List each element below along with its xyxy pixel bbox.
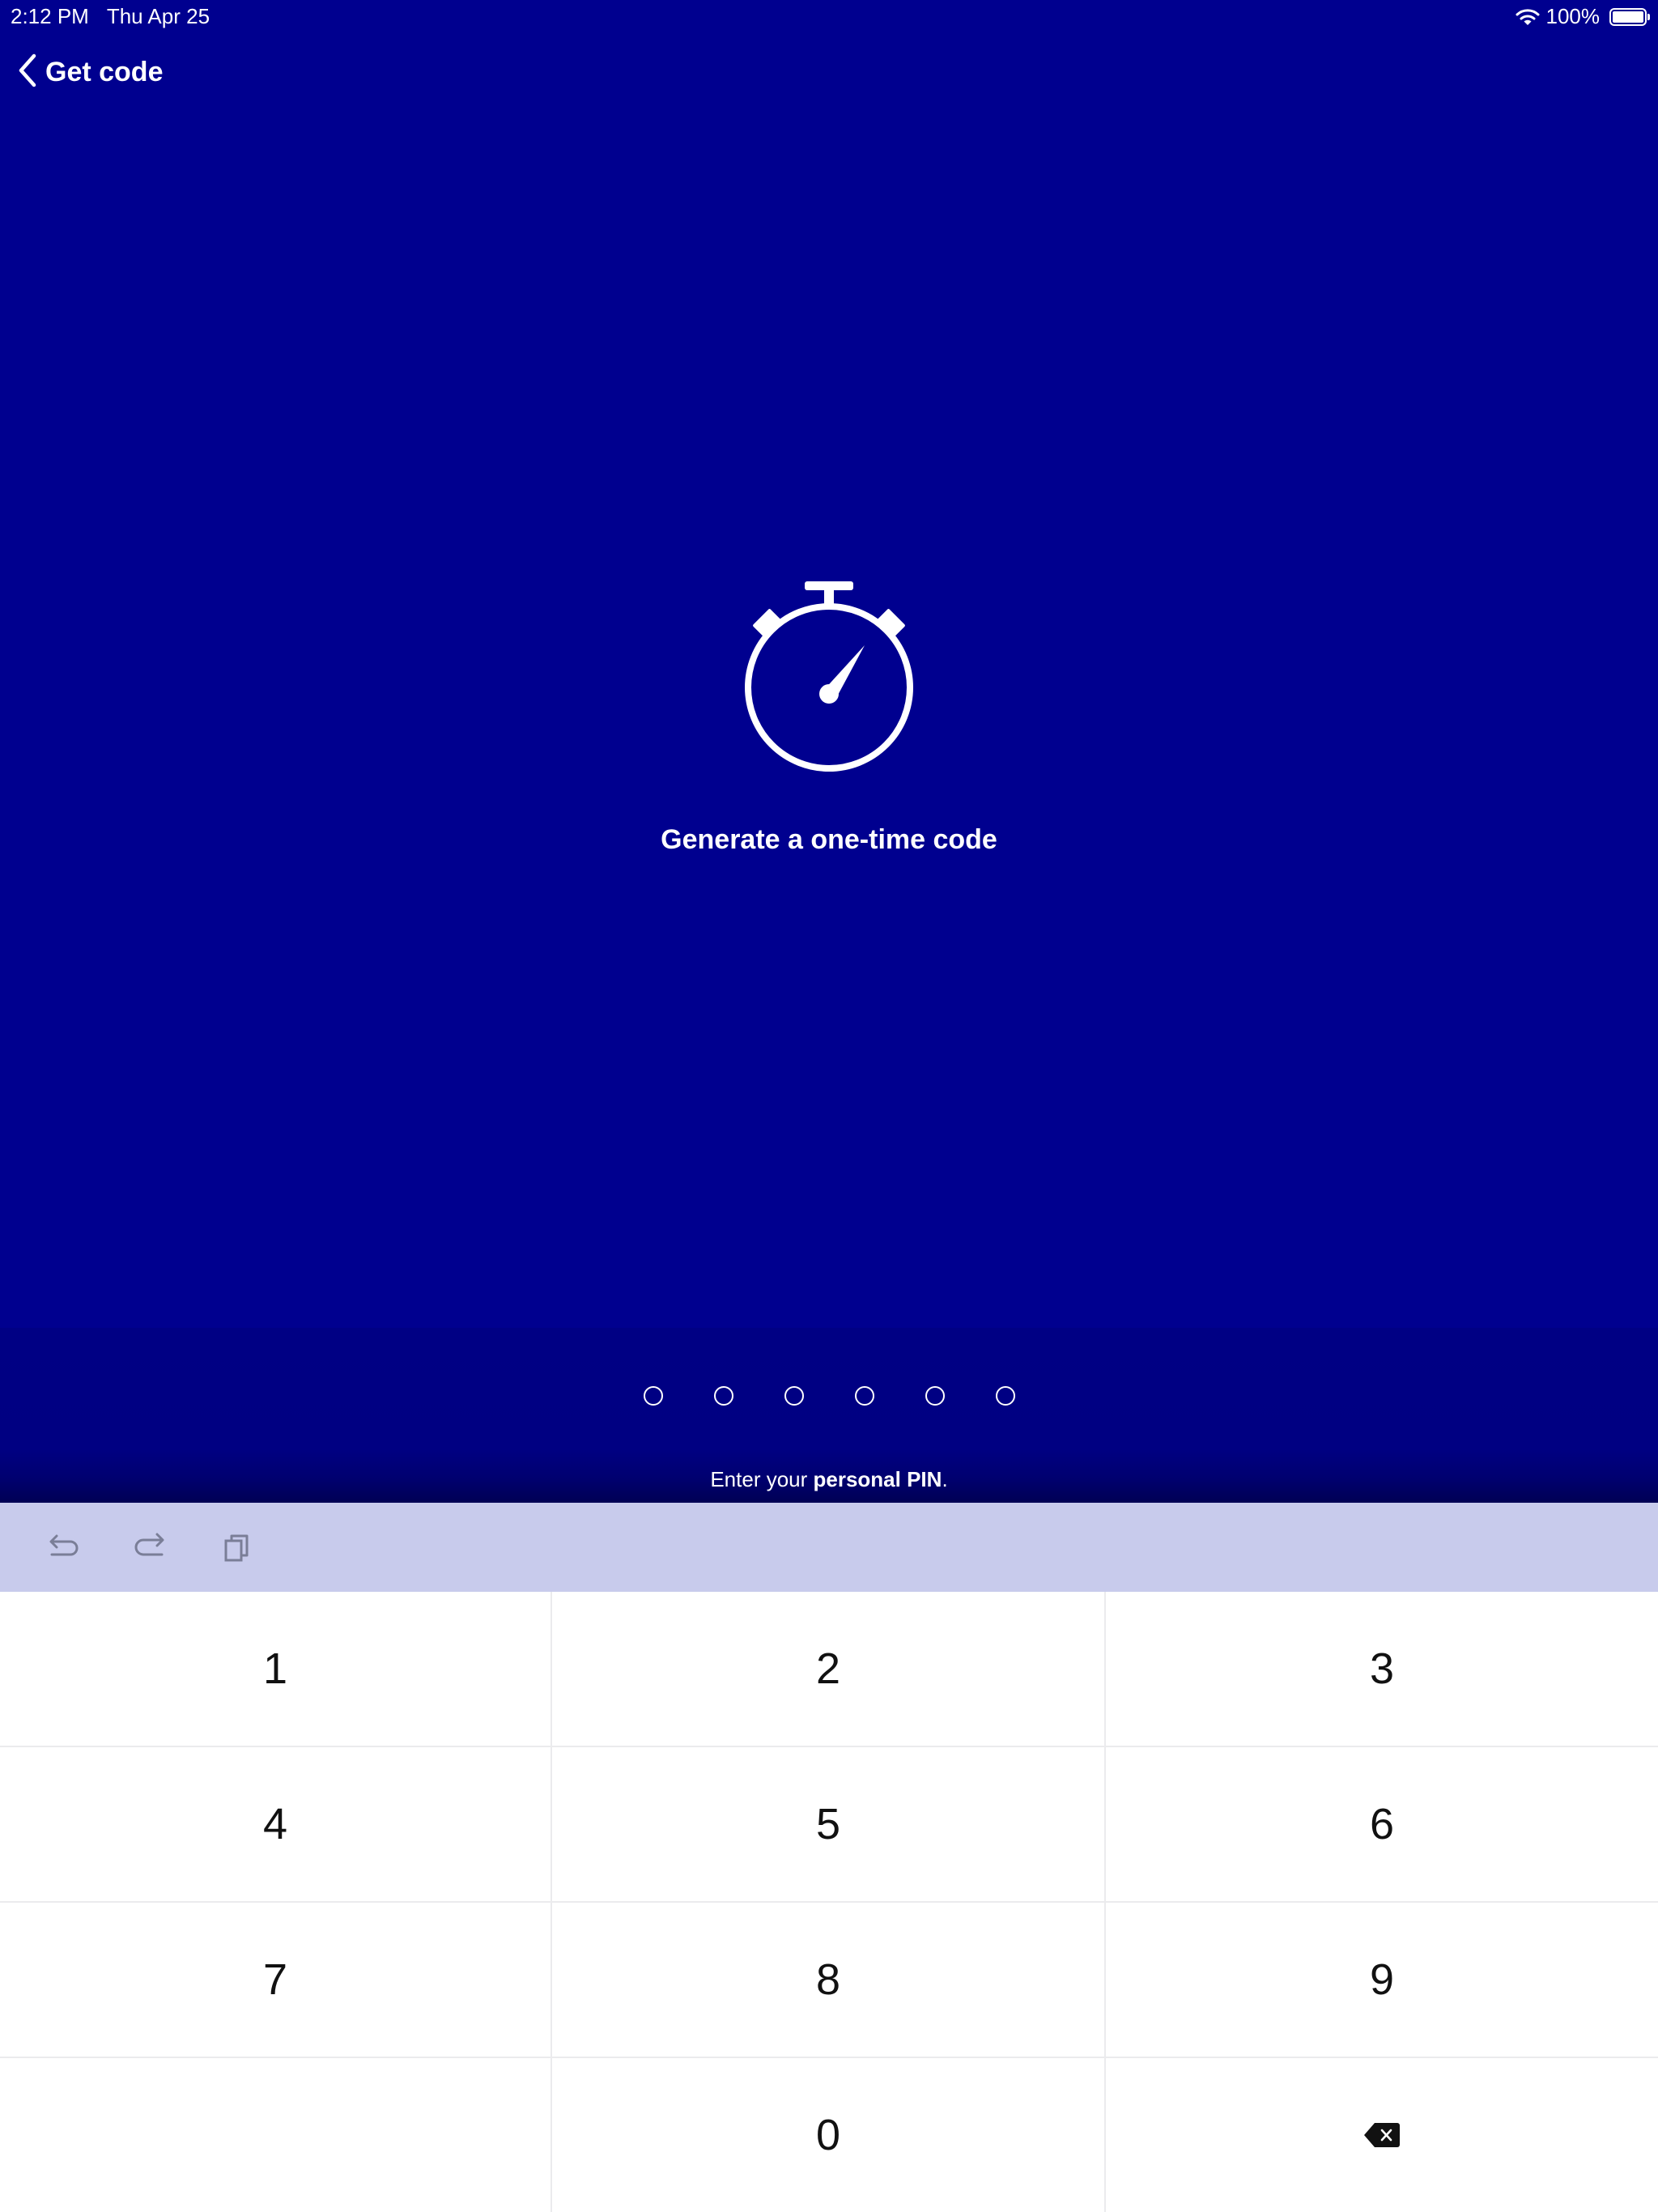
chevron-left-icon <box>18 53 37 91</box>
pin-dot <box>925 1386 945 1406</box>
paste-icon[interactable] <box>219 1529 259 1569</box>
key-4[interactable]: 4 <box>0 1747 552 1903</box>
keyboard-toolbar <box>0 1503 1658 1592</box>
status-date: Thu Apr 25 <box>106 4 210 28</box>
key-8[interactable]: 8 <box>552 1903 1106 2058</box>
key-9[interactable]: 9 <box>1106 1903 1658 2058</box>
key-empty <box>0 2058 552 2212</box>
pin-dot <box>643 1386 663 1406</box>
backspace-key[interactable] <box>1106 2058 1658 2212</box>
battery-percent: 100% <box>1545 4 1601 28</box>
pin-dots <box>0 1386 1658 1406</box>
status-left: 2:12 PM Thu Apr 25 <box>11 4 210 29</box>
main-screen: 2:12 PM Thu Apr 25 100% Get code Generat… <box>0 0 1658 1328</box>
pin-dot <box>995 1386 1015 1406</box>
key-2[interactable]: 2 <box>552 1592 1106 1747</box>
pin-entry: Enter your personal PIN. <box>0 1328 1658 1503</box>
backspace-icon <box>1363 2122 1401 2148</box>
wifi-icon <box>1516 8 1540 26</box>
pin-prompt-prefix: Enter your <box>710 1467 814 1491</box>
pin-dot <box>713 1386 733 1406</box>
key-5[interactable]: 5 <box>552 1747 1106 1903</box>
key-6[interactable]: 6 <box>1106 1747 1658 1903</box>
status-right: 100% <box>1516 4 1650 29</box>
key-0[interactable]: 0 <box>552 2058 1106 2212</box>
pin-prompt-bold: personal PIN <box>813 1467 942 1491</box>
battery-icon <box>1609 7 1650 26</box>
pin-dot <box>784 1386 804 1406</box>
number-keypad: 1 2 3 4 5 6 7 8 9 0 <box>0 1592 1658 2212</box>
pin-dot <box>854 1386 874 1406</box>
pin-prompt: Enter your personal PIN. <box>0 1467 1658 1492</box>
key-3[interactable]: 3 <box>1106 1592 1658 1747</box>
redo-icon[interactable] <box>130 1529 171 1569</box>
pin-prompt-suffix: . <box>942 1467 948 1491</box>
undo-icon[interactable] <box>43 1529 83 1569</box>
status-time: 2:12 PM <box>11 4 89 28</box>
page-title: Generate a one-time code <box>661 824 997 855</box>
key-1[interactable]: 1 <box>0 1592 552 1747</box>
back-button-label: Get code <box>45 57 164 87</box>
back-button[interactable]: Get code <box>18 53 163 91</box>
status-bar: 2:12 PM Thu Apr 25 100% <box>0 0 1658 32</box>
stopwatch-icon <box>743 580 915 774</box>
key-7[interactable]: 7 <box>0 1903 552 2058</box>
battery-fill <box>1613 11 1643 23</box>
